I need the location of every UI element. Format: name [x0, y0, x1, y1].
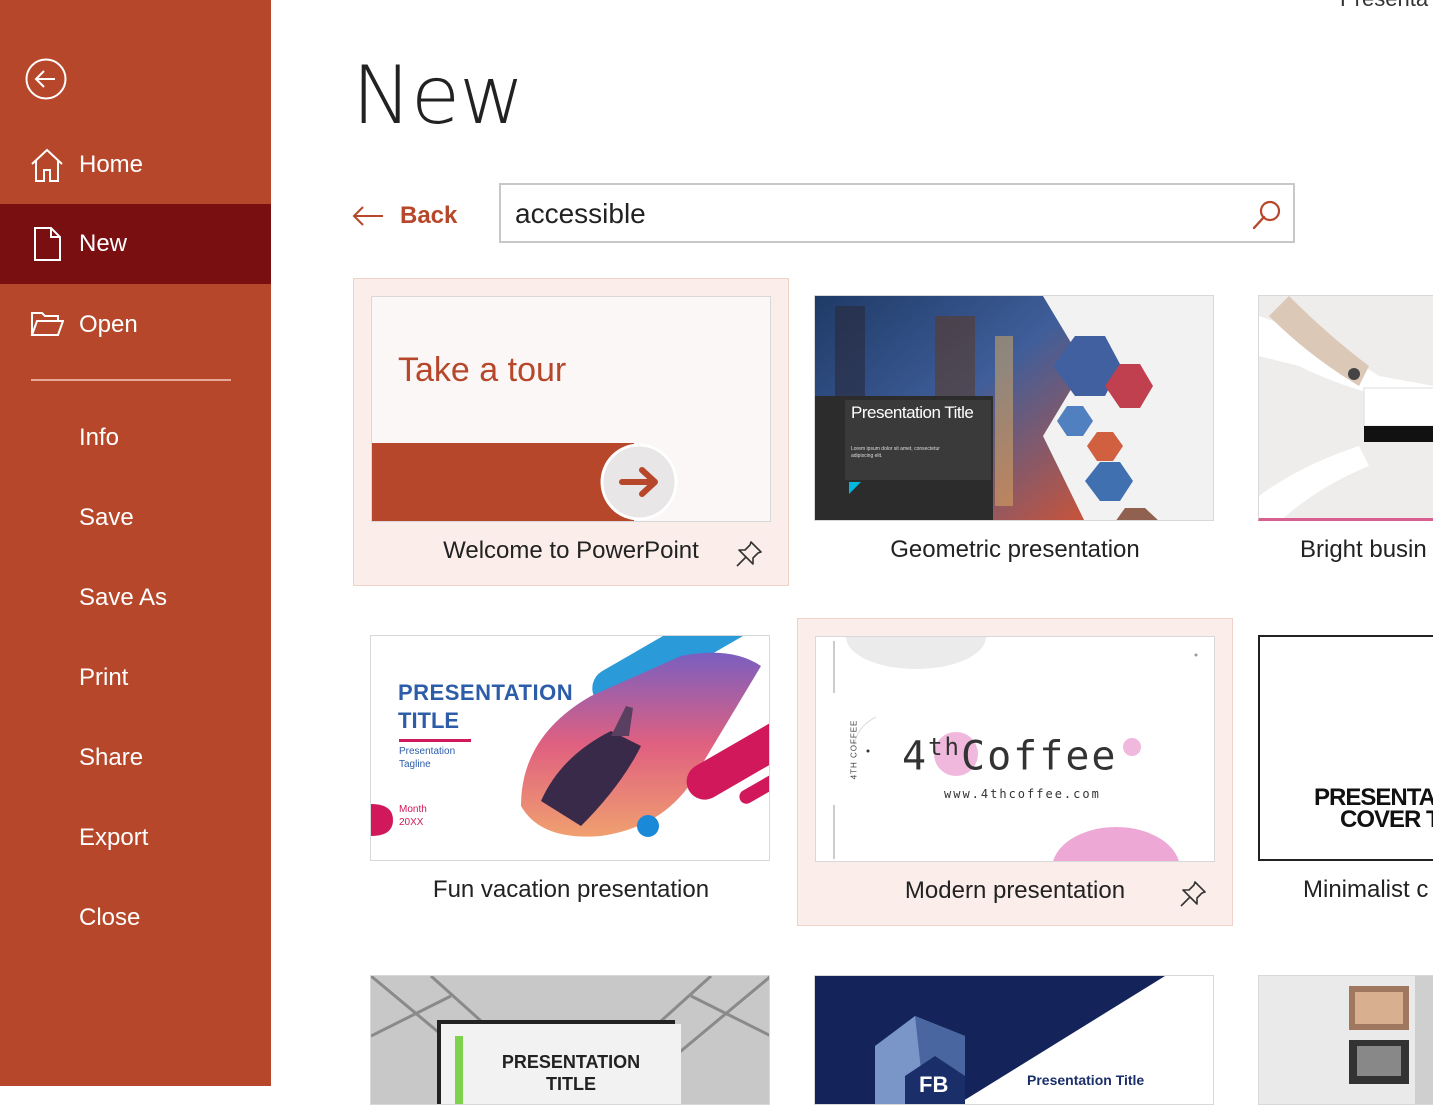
pin-icon[interactable] [734, 539, 764, 569]
sidebar-item-label: Open [79, 311, 138, 338]
sidebar-item-open[interactable]: Open [0, 285, 271, 365]
template-search-box [499, 183, 1295, 243]
template-thumbnail: Presentation Title Lorem ipsum dolor sit… [814, 295, 1214, 521]
thumb-tagline1: Presentation [399, 746, 456, 757]
thumb-logo-sup: th [928, 733, 961, 761]
template-label: Modern presentation [904, 877, 1126, 904]
thumb-url: www.4thcoffee.com [944, 787, 1101, 801]
thumb-title-line2: TITLE [546, 1074, 596, 1094]
template-label: Minimalist c [1303, 876, 1429, 903]
arrow-right-icon [600, 443, 678, 521]
sidebar-item-close[interactable]: Close [79, 904, 140, 932]
thumb-title-line2: TITLE [398, 708, 460, 733]
sidebar-item-print[interactable]: Print [79, 664, 128, 692]
search-input[interactable] [513, 193, 1237, 235]
template-card-row3-1[interactable]: PRESENTATION TITLE [353, 958, 789, 1105]
template-card-geometric[interactable]: Presentation Title Lorem ipsum dolor sit… [797, 278, 1233, 586]
thumb-accent [849, 482, 861, 494]
template-label: Welcome to PowerPoint [443, 537, 699, 564]
thumb-tagline2: Tagline [399, 759, 431, 770]
thumb-logo-number: 4 [902, 733, 929, 780]
template-card-welcome[interactable]: Take a tour Welcome to PowerPoint [353, 278, 789, 586]
thumb-title-line2: COVER T [1340, 806, 1433, 833]
template-thumbnail [1258, 295, 1433, 521]
thumb-title-line1: PRESENTATION [398, 680, 574, 705]
sidebar-item-label: Home [79, 151, 144, 178]
back-label: Back [400, 202, 458, 229]
sidebar-item-home[interactable]: Home [0, 125, 271, 205]
template-thumbnail: 4TH COFFEE 4thCoffee www.4thcoffee.com [815, 636, 1215, 862]
template-card-bright-business[interactable]: Bright busin [1241, 278, 1433, 586]
template-thumbnail: Take a tour [371, 296, 771, 522]
sidebar-item-export[interactable]: Export [79, 824, 148, 852]
page-title: New [352, 49, 524, 142]
pin-icon[interactable] [1178, 879, 1208, 909]
thumb-logo: FB [919, 1072, 949, 1097]
backstage-sidebar: Home New Open Info Save Save As Print Sh… [0, 0, 271, 1086]
template-label: Bright busin [1300, 536, 1427, 563]
sidebar-item-info[interactable]: Info [79, 424, 119, 452]
sidebar-item-new[interactable]: New [0, 204, 271, 284]
sidebar-divider [31, 379, 231, 381]
template-thumbnail: PRESENTATION TITLE Presentation Tagline … [370, 635, 770, 861]
back-button[interactable]: Back [352, 198, 457, 234]
thumb-body: Lorem ipsum dolor sit amet, consectetur … [851, 446, 940, 459]
template-label: Geometric presentation [890, 536, 1140, 563]
new-document-icon [34, 227, 61, 261]
template-card-minimalist[interactable]: PRESENTA COVER T Minimalist c [1241, 618, 1433, 926]
template-label: Fun vacation presentation [432, 876, 710, 903]
thumb-logo-text: Coffee [961, 733, 1118, 780]
sidebar-item-label: New [79, 230, 128, 257]
sidebar-item-save-as[interactable]: Save As [79, 584, 167, 612]
thumb-side-text: 4TH COFFEE [849, 719, 859, 780]
home-icon [31, 148, 63, 182]
thumb-title-line1: PRESENTATION [501, 1052, 641, 1072]
thumb-text-box: Presentation Title Lorem ipsum dolor sit… [845, 400, 991, 480]
folder-open-icon [30, 312, 64, 336]
template-card-fun-vacation[interactable]: PRESENTATION TITLE Presentation Tagline … [353, 618, 789, 926]
thumb-title: Take a tour [398, 351, 567, 389]
template-thumbnail: PRESENTA COVER T [1258, 635, 1433, 861]
template-card-row3-2[interactable]: FB Presentation Title [797, 958, 1233, 1105]
search-icon[interactable] [1251, 199, 1283, 231]
window-title: Presenta [1340, 0, 1428, 12]
template-card-row3-3[interactable] [1241, 958, 1433, 1105]
template-card-modern[interactable]: 4TH COFFEE 4thCoffee www.4thcoffee.com M… [797, 618, 1233, 926]
thumb-title: Presentation Title [851, 403, 974, 422]
sidebar-item-share[interactable]: Share [79, 744, 143, 772]
back-arrow-icon[interactable] [25, 58, 67, 100]
thumb-banner [372, 443, 634, 521]
sidebar-item-save[interactable]: Save [79, 504, 134, 532]
thumb-year: 20XX [399, 817, 424, 828]
thumb-month: Month [399, 804, 427, 815]
thumb-accent-line [399, 739, 471, 742]
hands-photo-image [1259, 296, 1433, 518]
back-arrow-icon [352, 206, 383, 226]
